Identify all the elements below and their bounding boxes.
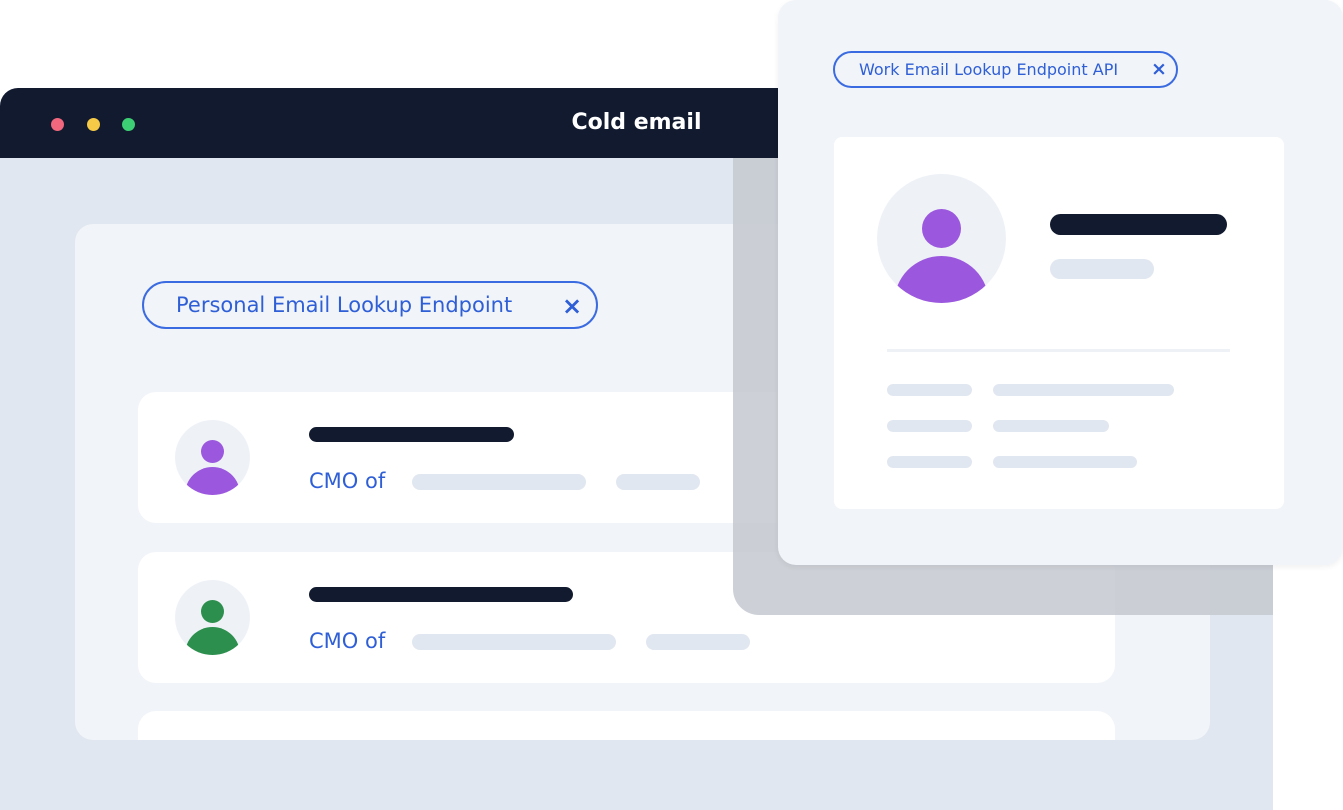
detail-placeholder — [646, 634, 750, 650]
detail-placeholder — [616, 474, 700, 490]
company-placeholder — [412, 474, 586, 490]
company-placeholder — [412, 634, 616, 650]
profile-subtitle-placeholder — [1050, 259, 1154, 279]
role-label: CMO of — [309, 469, 386, 493]
profile-card — [834, 137, 1284, 509]
avatar — [175, 580, 250, 655]
field-value-placeholder — [993, 456, 1137, 468]
avatar — [877, 174, 1006, 303]
user-icon — [201, 600, 224, 623]
close-icon[interactable]: × — [1151, 58, 1167, 80]
filter-chip-personal[interactable]: Personal Email Lookup Endpoint × — [142, 281, 598, 329]
filter-chip-label: Personal Email Lookup Endpoint — [176, 293, 513, 317]
close-icon[interactable]: × — [562, 292, 582, 320]
user-icon — [922, 209, 961, 248]
user-icon — [201, 440, 224, 463]
filter-chip-work[interactable]: Work Email Lookup Endpoint API × — [833, 51, 1178, 88]
role-label: CMO of — [309, 629, 386, 653]
divider — [887, 349, 1230, 352]
field-label-placeholder — [887, 384, 972, 396]
field-value-placeholder — [993, 384, 1174, 396]
field-label-placeholder — [887, 456, 972, 468]
field-label-placeholder — [887, 420, 972, 432]
contact-name-placeholder — [309, 427, 514, 442]
filter-chip-label: Work Email Lookup Endpoint API — [859, 60, 1119, 79]
profile-name-placeholder — [1050, 214, 1227, 235]
field-value-placeholder — [993, 420, 1109, 432]
profile-popup: Work Email Lookup Endpoint API × — [778, 0, 1343, 565]
contact-name-placeholder — [309, 587, 573, 602]
result-card[interactable] — [138, 711, 1115, 740]
avatar — [175, 420, 250, 495]
